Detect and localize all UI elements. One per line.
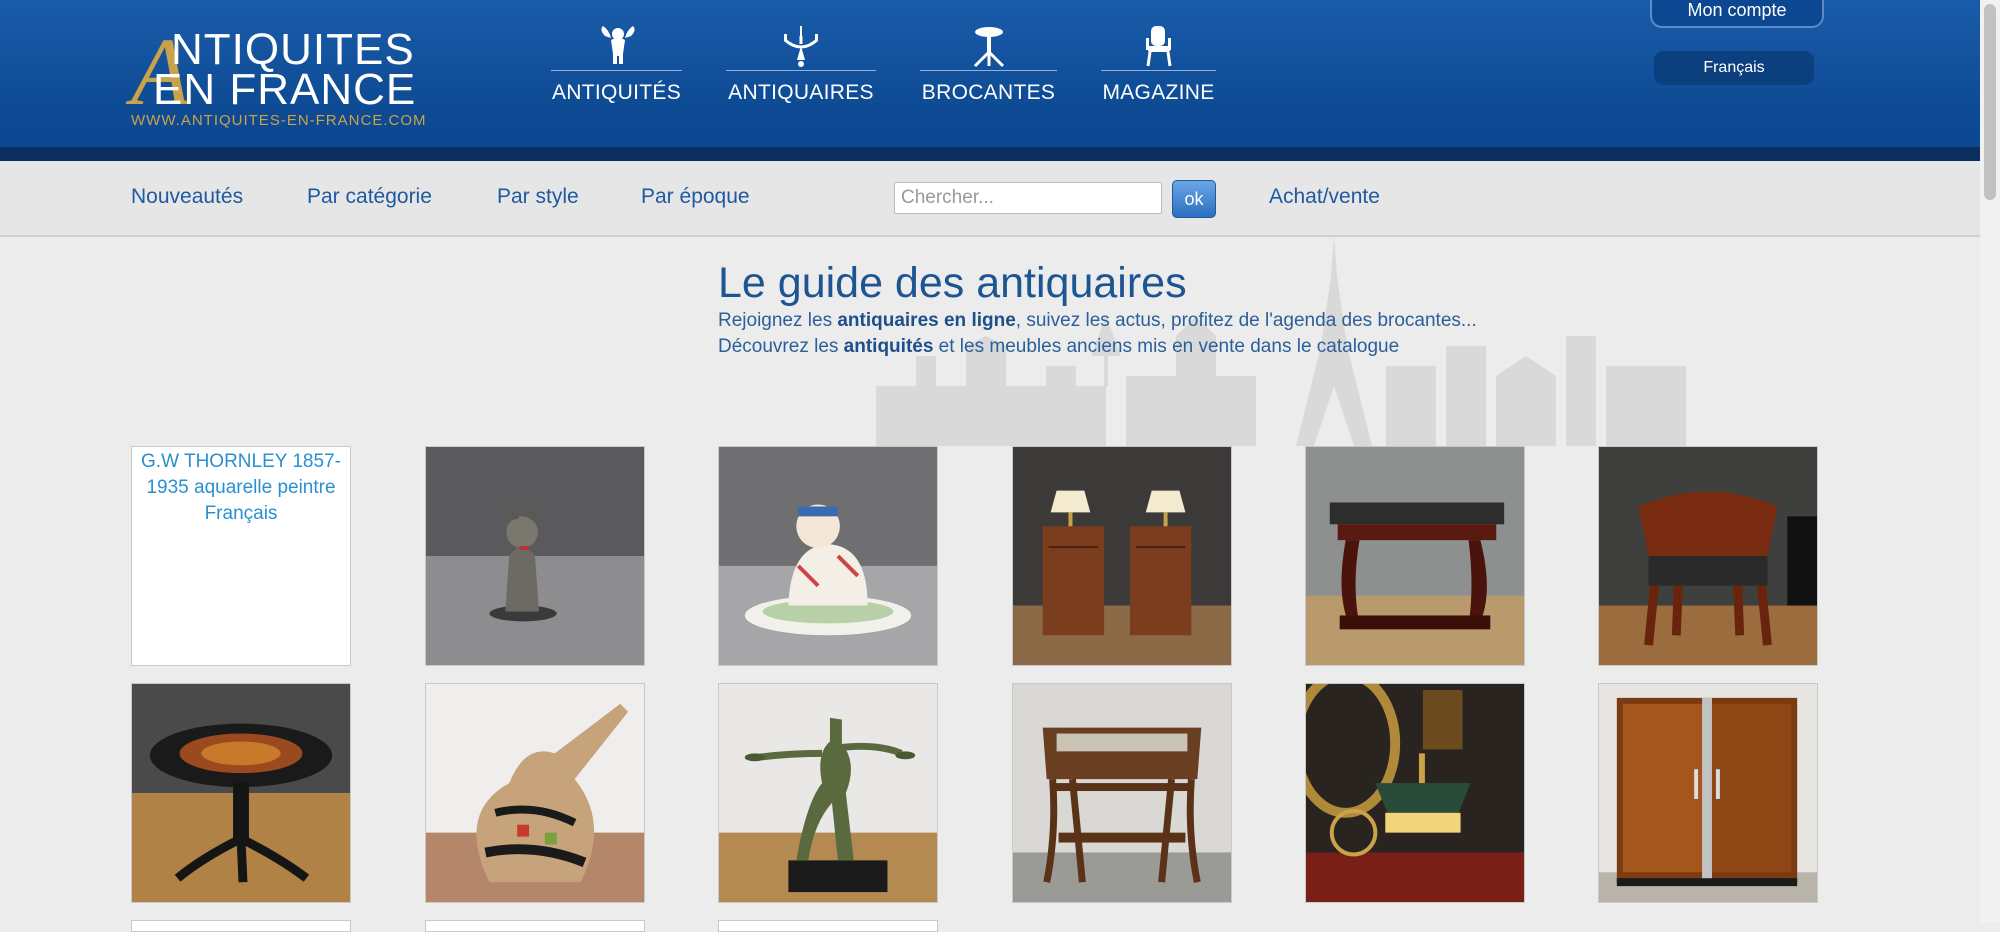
page-title: Le guide des antiquaires [718,259,1187,307]
product-thumbnail[interactable] [131,683,351,903]
site-header: A NTIQUITES EN FRANCE WWW.ANTIQUITES-EN-… [0,0,1980,161]
tripod-table-image [132,684,350,902]
site-logo[interactable]: A NTIQUITES EN FRANCE WWW.ANTIQUITES-EN-… [131,24,441,132]
nav-brocantes[interactable]: BROCANTES [920,24,1057,114]
nav-antiquaires[interactable]: ANTIQUAIRES [726,24,876,114]
account-button[interactable]: Mon compte [1650,0,1824,28]
subnav-par-epoque[interactable]: Par époque [641,185,750,209]
broken-image-alt-text: G.W THORNLEY 1857-1935 aquarelle peintre… [141,451,341,524]
marble-console-image [1306,447,1524,665]
subnav-achat-vente[interactable]: Achat/vente [1269,185,1380,209]
language-selector[interactable]: Français [1654,51,1814,85]
product-thumbnail[interactable] [425,683,645,903]
bouillotte-lamp-image [1306,684,1524,902]
search-input[interactable] [894,182,1162,214]
product-thumbnail[interactable] [1305,683,1525,903]
ceramic-pitcher-image [426,684,644,902]
product-thumbnail-partial[interactable] [425,920,645,932]
side-table-image [1013,684,1231,902]
product-thumbnail[interactable] [1598,683,1818,903]
product-thumbnail[interactable]: G.W THORNLEY 1857-1935 aquarelle peintre… [131,446,351,666]
guide-intro-line-2: Découvrez les antiquités et les meubles … [718,336,1400,357]
subnav-par-categorie[interactable]: Par catégorie [307,185,432,209]
nav-antiquites[interactable]: ANTIQUITÉS [551,24,682,114]
guide-intro-line-1: Rejoignez les antiquaires en ligne, suiv… [718,310,1477,331]
product-thumbnail-partial[interactable] [131,920,351,932]
scrollbar-thumb[interactable] [1984,4,1996,200]
bronze-dancer-image [719,684,937,902]
search-submit-button[interactable]: ok [1172,180,1216,218]
logo-line-2: EN FRANCE [153,65,417,114]
cherub-icon [600,26,635,64]
burl-cabinet-image [1599,684,1817,902]
nav-label: BROCANTES [921,81,1056,104]
subnav-nouveautes[interactable]: Nouveautés [131,185,243,209]
bedside-tables-image [1013,447,1231,665]
page-scrollbar[interactable] [1980,0,2000,923]
product-thumbnail[interactable] [1012,446,1232,666]
product-thumbnail[interactable] [718,446,938,666]
nav-magazine[interactable]: MAGAZINE [1101,24,1216,114]
armchair-icon [1145,26,1171,67]
link-antiquaires-en-ligne[interactable]: antiquaires en ligne [837,310,1015,331]
logo-url: WWW.ANTIQUITES-EN-FRANCE.COM [131,112,427,129]
nav-label: ANTIQUITÉS [551,81,681,104]
nav-label: MAGAZINE [1102,81,1215,104]
chandelier-icon [784,26,818,67]
sub-nav: Nouveautés Par catégorie Par style Par é… [0,161,1980,237]
dog-figurine-image [426,447,644,665]
subnav-par-style[interactable]: Par style [497,185,579,209]
product-thumbnail[interactable] [1598,446,1818,666]
product-thumbnail[interactable] [1305,446,1525,666]
product-thumbnail[interactable] [1012,683,1232,903]
porcelain-child-figure-image [719,447,937,665]
mahogany-armchair-image [1599,447,1817,665]
product-thumbnail-partial[interactable] [718,920,938,932]
product-thumbnail[interactable] [718,683,938,903]
gueridon-table-icon [973,27,1004,68]
nav-label: ANTIQUAIRES [728,81,874,104]
link-antiquites[interactable]: antiquités [844,336,934,357]
product-thumbnail[interactable] [425,446,645,666]
